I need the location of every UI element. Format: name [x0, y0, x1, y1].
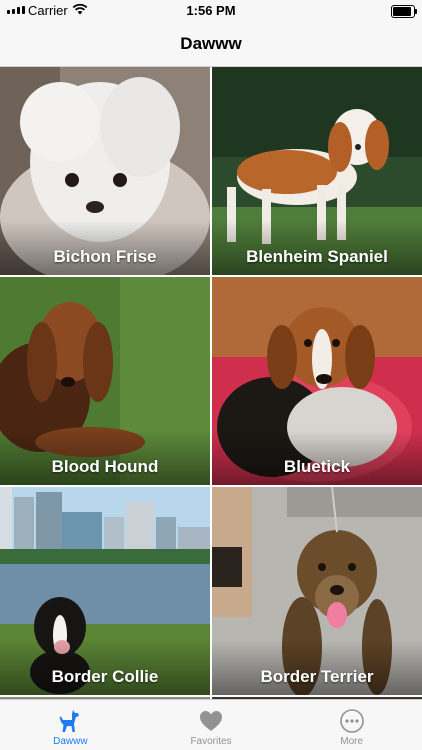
breed-grid: Bichon Frise Blenheim Spaniel Blood Houn…	[0, 67, 422, 699]
breed-name: Blood Hound	[51, 457, 159, 476]
more-icon	[339, 709, 364, 733]
breed-name: Bichon Frise	[53, 247, 157, 266]
breed-name: Blenheim Spaniel	[246, 247, 388, 266]
breed-cell-blood-hound[interactable]: Blood Hound	[0, 277, 210, 485]
heart-icon	[200, 711, 222, 731]
tab-dawww[interactable]: Dawww	[0, 700, 141, 750]
tab-favorites[interactable]: Favorites	[141, 700, 282, 750]
navigation-bar: Dawww	[0, 22, 422, 67]
page-title: Dawww	[180, 34, 242, 53]
tab-label: Favorites	[190, 736, 232, 747]
tab-more[interactable]: More	[281, 700, 422, 750]
tab-bar: Dawww Favorites More	[0, 699, 422, 750]
breed-name: Border Collie	[51, 667, 159, 686]
status-time: 1:56 PM	[186, 3, 236, 18]
dog-icon	[59, 710, 80, 732]
status-bar: Carrier 1:56 PM	[0, 0, 422, 22]
breed-cell-border-terrier[interactable]: Border Terrier	[212, 487, 422, 695]
tab-label: More	[340, 736, 364, 747]
breed-name: Border Terrier	[260, 667, 374, 686]
breed-name: Bluetick	[283, 457, 351, 476]
breed-cell-bluetick[interactable]: Bluetick	[212, 277, 422, 485]
breed-cell-blenheim-spaniel[interactable]: Blenheim Spaniel	[212, 67, 422, 275]
tab-label: Dawww	[53, 736, 88, 747]
breed-cell-bichon-frise[interactable]: Bichon Frise	[0, 67, 210, 275]
breed-cell-border-collie[interactable]: Border Collie	[0, 487, 210, 695]
battery-icon	[391, 5, 417, 18]
